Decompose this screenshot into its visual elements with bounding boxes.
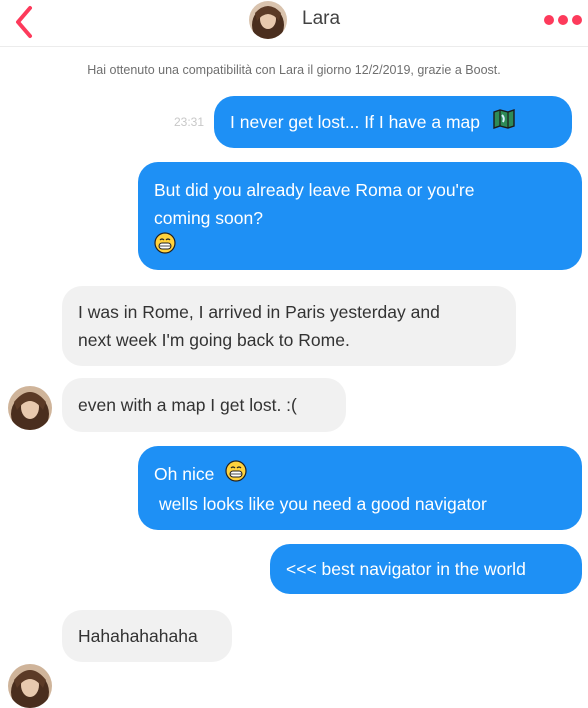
message-timestamp: 23:31 xyxy=(174,115,205,129)
contact-avatar[interactable] xyxy=(249,1,287,39)
avatar[interactable] xyxy=(8,386,52,430)
match-notice: Hai ottenuto una compatibilità con Lara … xyxy=(87,63,501,77)
message-text: wells looks like you need a good navigat… xyxy=(159,494,487,515)
message-text: I was in Rome, I arrived in Paris yester… xyxy=(78,302,440,322)
message-text: Oh nice xyxy=(154,464,215,484)
contact-name[interactable]: Lara xyxy=(302,8,340,30)
message-text: But did you already leave Roma or you're xyxy=(154,180,475,200)
map-icon xyxy=(493,109,515,137)
back-button[interactable] xyxy=(8,2,42,42)
message-text: I never get lost... If I have a map xyxy=(230,112,481,132)
message-text: Hahahahahaha xyxy=(78,626,198,646)
message-text: <<< best navigator in the world xyxy=(286,559,526,579)
grinning-face-icon xyxy=(154,232,176,259)
incoming-message-bubble[interactable]: I was in Rome, I arrived in Paris yester… xyxy=(62,286,516,366)
outgoing-message-bubble[interactable]: I never get lost... If I have a map xyxy=(214,96,573,148)
incoming-message-bubble[interactable]: Hahahahahaha xyxy=(62,610,232,662)
message-text: next week I'm going back to Rome. xyxy=(78,330,350,350)
message-text: even with a map I get lost. :( xyxy=(78,395,297,415)
message-row: 23:31 I never get lost... If I have a ma… xyxy=(174,96,573,148)
outgoing-message-bubble[interactable]: Oh nice wells looks like you need a good… xyxy=(138,446,582,530)
incoming-message-bubble[interactable]: even with a map I get lost. :( xyxy=(62,378,346,432)
grinning-face-icon xyxy=(225,460,247,490)
more-options-button[interactable] xyxy=(542,11,584,29)
outgoing-message-bubble[interactable]: <<< best navigator in the world xyxy=(270,544,582,594)
chat-header: Lara xyxy=(0,0,588,47)
more-dots-icon xyxy=(544,15,582,25)
chevron-left-icon xyxy=(16,6,32,38)
message-text: coming soon? xyxy=(154,208,263,228)
avatar[interactable] xyxy=(8,664,52,708)
outgoing-message-bubble[interactable]: But did you already leave Roma or you're… xyxy=(138,162,582,270)
